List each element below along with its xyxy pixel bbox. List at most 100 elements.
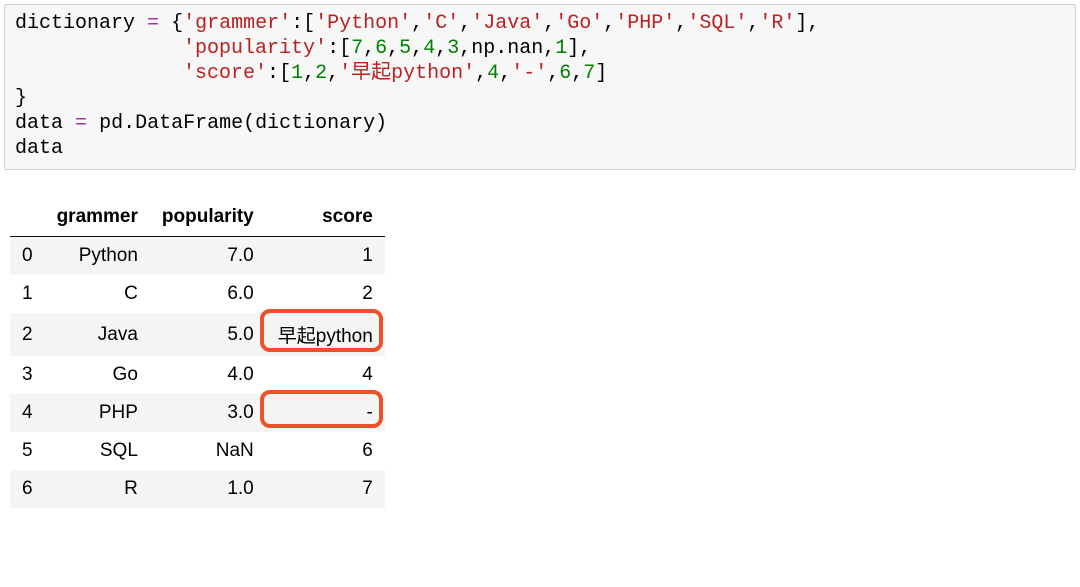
column-header: popularity <box>150 198 266 237</box>
code-token: = <box>147 12 159 35</box>
table-row: 1C6.02 <box>10 275 385 313</box>
code-token: { <box>171 12 183 35</box>
code-token: : <box>327 37 339 60</box>
code-token: [ <box>339 37 351 60</box>
code-token: , <box>459 12 471 35</box>
cell-grammer: R <box>45 470 150 508</box>
code-token: '早起python' <box>339 62 475 85</box>
row-index: 0 <box>10 237 45 276</box>
code-token: , <box>387 37 399 60</box>
cell-popularity: 3.0 <box>150 394 266 432</box>
index-header <box>10 198 45 237</box>
cell-popularity: 7.0 <box>150 237 266 276</box>
code-token: 'Python' <box>315 12 411 35</box>
cell-score: 早起python <box>266 313 385 356</box>
code-token: 4 <box>487 62 499 85</box>
code-token: ] <box>595 62 607 85</box>
code-token: , <box>747 12 759 35</box>
code-token: 'score' <box>183 62 267 85</box>
code-token: , <box>303 62 315 85</box>
code-token: dictionary <box>15 12 135 35</box>
code-token: pd.DataFrame(dictionary) <box>99 112 387 135</box>
cell-score: 2 <box>266 275 385 313</box>
code-token: , <box>475 62 487 85</box>
cell-grammer: Java <box>45 313 150 356</box>
code-token: [ <box>279 62 291 85</box>
code-token: 7 <box>351 37 363 60</box>
code-token: 4 <box>423 37 435 60</box>
code-token: 1 <box>291 62 303 85</box>
code-token: 'popularity' <box>183 37 327 60</box>
code-token: '-' <box>511 62 547 85</box>
code-token: data <box>15 112 63 135</box>
table-row: 2Java5.0早起python <box>10 313 385 356</box>
row-index: 3 <box>10 356 45 394</box>
code-token: , <box>363 37 375 60</box>
code-token: , <box>547 62 559 85</box>
code-token: [ <box>303 12 315 35</box>
code-token: , <box>543 37 555 60</box>
code-token: : <box>267 62 279 85</box>
code-token: 'grammer' <box>183 12 291 35</box>
cell-score: - <box>266 394 385 432</box>
cell-grammer: Python <box>45 237 150 276</box>
row-index: 4 <box>10 394 45 432</box>
code-token: = <box>75 112 87 135</box>
cell-popularity: 4.0 <box>150 356 266 394</box>
cell-popularity: 1.0 <box>150 470 266 508</box>
code-token: : <box>291 12 303 35</box>
code-token: , <box>571 62 583 85</box>
code-token: , <box>675 12 687 35</box>
cell-grammer: SQL <box>45 432 150 470</box>
cell-popularity: NaN <box>150 432 266 470</box>
code-token: , <box>327 62 339 85</box>
cell-grammer: PHP <box>45 394 150 432</box>
dataframe-table: grammerpopularityscore 0Python7.011C6.02… <box>10 198 385 508</box>
row-index: 6 <box>10 470 45 508</box>
code-token: 5 <box>399 37 411 60</box>
row-index: 2 <box>10 313 45 356</box>
code-token: np.nan <box>471 37 543 60</box>
code-token: 6 <box>559 62 571 85</box>
code-token: 2 <box>315 62 327 85</box>
code-token: data <box>15 137 63 160</box>
cell-grammer: Go <box>45 356 150 394</box>
code-token: , <box>499 62 511 85</box>
code-token: 'R' <box>759 12 795 35</box>
output-area: grammerpopularityscore 0Python7.011C6.02… <box>4 198 1076 508</box>
code-token: ], <box>567 37 591 60</box>
code-cell[interactable]: dictionary = {'grammer':['Python','C','J… <box>4 4 1076 170</box>
cell-grammer: C <box>45 275 150 313</box>
code-token: 'Go' <box>555 12 603 35</box>
code-token: } <box>15 87 27 110</box>
table-row: 5SQLNaN6 <box>10 432 385 470</box>
code-token: , <box>411 12 423 35</box>
code-token: 'C' <box>423 12 459 35</box>
code-token: 7 <box>583 62 595 85</box>
column-header: grammer <box>45 198 150 237</box>
table-row: 0Python7.01 <box>10 237 385 276</box>
cell-score: 4 <box>266 356 385 394</box>
cell-score: 7 <box>266 470 385 508</box>
cell-popularity: 5.0 <box>150 313 266 356</box>
code-token: , <box>603 12 615 35</box>
code-token: 'PHP' <box>615 12 675 35</box>
code-token: 1 <box>555 37 567 60</box>
table-row: 4PHP3.0- <box>10 394 385 432</box>
code-token: , <box>459 37 471 60</box>
row-index: 5 <box>10 432 45 470</box>
code-token: , <box>435 37 447 60</box>
code-token: , <box>411 37 423 60</box>
table-row: 6R1.07 <box>10 470 385 508</box>
table-row: 3Go4.04 <box>10 356 385 394</box>
cell-score: 1 <box>266 237 385 276</box>
code-token: 'Java' <box>471 12 543 35</box>
cell-popularity: 6.0 <box>150 275 266 313</box>
row-index: 1 <box>10 275 45 313</box>
column-header: score <box>266 198 385 237</box>
code-token: 3 <box>447 37 459 60</box>
code-token: ], <box>795 12 819 35</box>
code-token: 'SQL' <box>687 12 747 35</box>
code-token: , <box>543 12 555 35</box>
code-token: 6 <box>375 37 387 60</box>
